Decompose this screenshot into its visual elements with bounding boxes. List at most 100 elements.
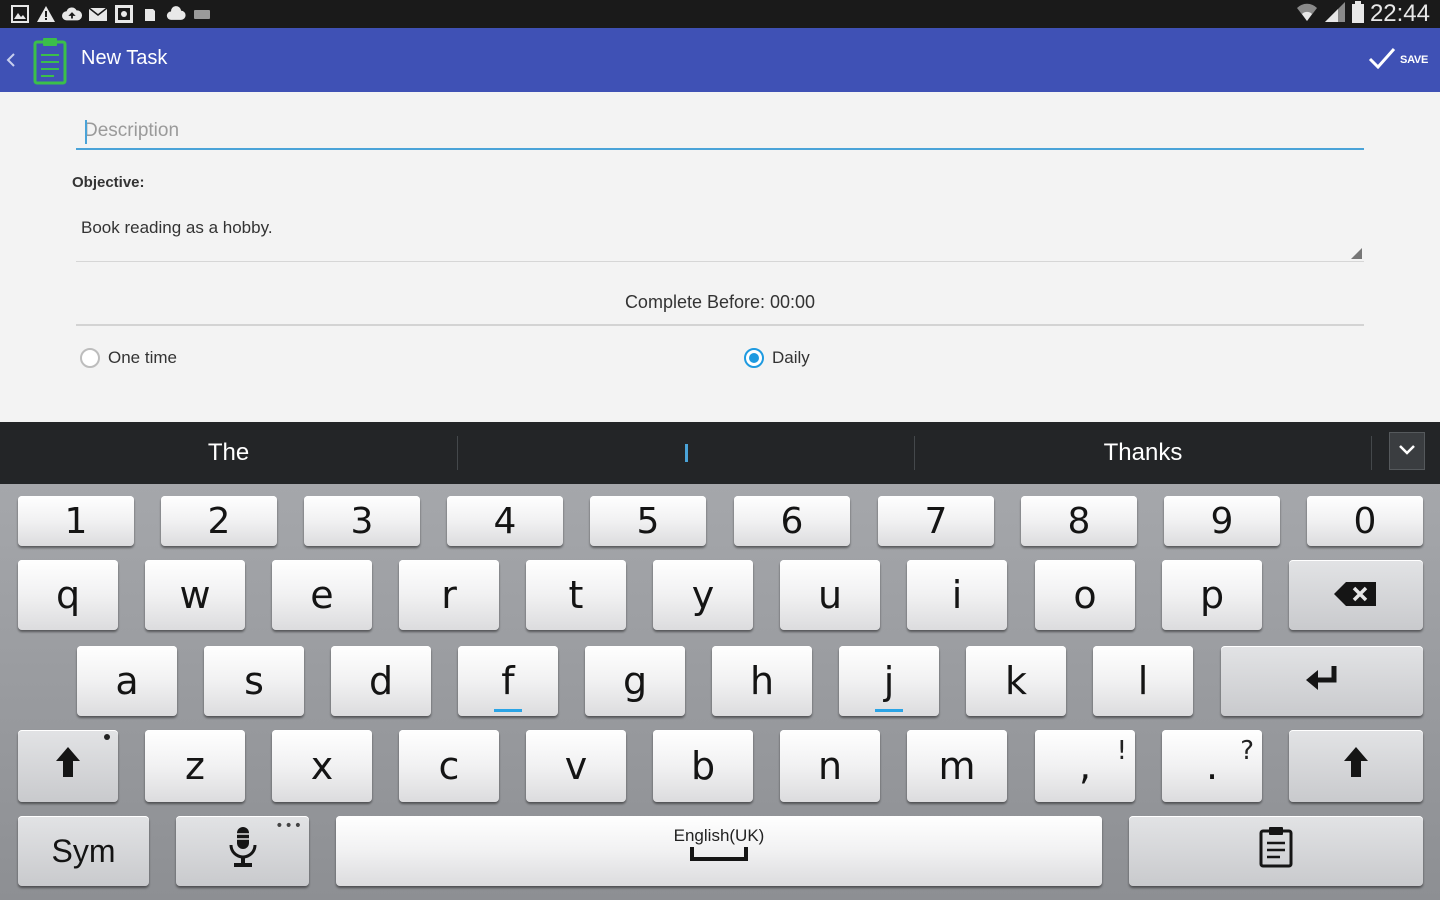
suggestion-right[interactable]: Thanks bbox=[915, 422, 1371, 484]
key-k[interactable]: k bbox=[966, 646, 1066, 716]
enter-key[interactable] bbox=[1221, 646, 1423, 716]
photo-icon bbox=[114, 4, 134, 24]
text-cursor bbox=[85, 120, 87, 144]
warning-icon bbox=[36, 4, 56, 24]
key-y[interactable]: y bbox=[653, 560, 753, 630]
key-6[interactable]: 6 bbox=[734, 496, 850, 546]
key-2[interactable]: 2 bbox=[161, 496, 277, 546]
key-8[interactable]: 8 bbox=[1021, 496, 1137, 546]
shift-icon bbox=[1342, 744, 1370, 788]
suggestion-bar: The Thanks bbox=[0, 422, 1440, 484]
home-key-marker bbox=[494, 709, 522, 712]
resize-grip-icon[interactable] bbox=[1351, 248, 1362, 259]
clock: 22:44 bbox=[1369, 0, 1430, 27]
objective-textarea[interactable]: Book reading as a hobby. bbox=[76, 210, 1364, 262]
radio-unchecked-icon bbox=[80, 348, 100, 368]
cloud-icon bbox=[166, 4, 186, 24]
key-0[interactable]: 0 bbox=[1307, 496, 1423, 546]
divider bbox=[1371, 436, 1372, 470]
mail-icon bbox=[88, 4, 108, 24]
key-u[interactable]: u bbox=[780, 560, 880, 630]
key-comma[interactable]: , ! bbox=[1035, 730, 1135, 802]
key-v[interactable]: v bbox=[526, 730, 626, 802]
key-period-sub: ? bbox=[1240, 736, 1254, 766]
back-chevron-icon[interactable] bbox=[4, 46, 18, 74]
key-c[interactable]: c bbox=[399, 730, 499, 802]
key-b[interactable]: b bbox=[653, 730, 753, 802]
key-h[interactable]: h bbox=[712, 646, 812, 716]
key-e[interactable]: e bbox=[272, 560, 372, 630]
key-m[interactable]: m bbox=[907, 730, 1007, 802]
key-comma-sub: ! bbox=[1116, 736, 1127, 766]
status-right: 22:44 bbox=[1296, 0, 1430, 28]
shift-key-left[interactable] bbox=[18, 730, 118, 802]
complete-before-button[interactable]: Complete Before: 00:00 bbox=[76, 280, 1364, 326]
key-r[interactable]: r bbox=[399, 560, 499, 630]
cursor-marker bbox=[684, 444, 688, 462]
key-j-label: j bbox=[883, 659, 895, 703]
keyboard-icon bbox=[192, 4, 212, 24]
key-z[interactable]: z bbox=[145, 730, 245, 802]
gallery-icon bbox=[10, 4, 30, 24]
wifi-icon bbox=[1296, 1, 1318, 27]
key-comma-label: , bbox=[1078, 744, 1092, 788]
key-q[interactable]: q bbox=[18, 560, 118, 630]
key-f[interactable]: f bbox=[458, 646, 558, 716]
radio-daily-label: Daily bbox=[772, 348, 810, 367]
key-l[interactable]: l bbox=[1093, 646, 1193, 716]
backspace-key[interactable] bbox=[1289, 560, 1423, 630]
sym-key[interactable]: Sym bbox=[18, 816, 149, 886]
key-f-label: f bbox=[501, 659, 515, 703]
objective-text: Book reading as a hobby. bbox=[81, 218, 273, 237]
key-t[interactable]: t bbox=[526, 560, 626, 630]
key-4[interactable]: 4 bbox=[447, 496, 563, 546]
key-x[interactable]: x bbox=[272, 730, 372, 802]
key-g[interactable]: g bbox=[585, 646, 685, 716]
collapse-suggestions-button[interactable] bbox=[1389, 432, 1425, 470]
clipboard-key[interactable] bbox=[1129, 816, 1423, 886]
signal-icon bbox=[1324, 1, 1346, 27]
suggestion-middle[interactable] bbox=[458, 422, 914, 484]
clipboard-logo-icon[interactable] bbox=[30, 36, 70, 86]
key-d[interactable]: d bbox=[331, 646, 431, 716]
key-1[interactable]: 1 bbox=[18, 496, 134, 546]
radio-daily[interactable]: Daily bbox=[744, 348, 810, 368]
app-bar: New Task SAVE bbox=[0, 28, 1440, 92]
radio-checked-icon bbox=[744, 348, 764, 368]
key-p[interactable]: p bbox=[1162, 560, 1262, 630]
key-3[interactable]: 3 bbox=[304, 496, 420, 546]
description-input[interactable] bbox=[76, 114, 1364, 150]
key-s[interactable]: s bbox=[204, 646, 304, 716]
check-icon bbox=[1368, 47, 1396, 73]
key-j[interactable]: j bbox=[839, 646, 939, 716]
key-9[interactable]: 9 bbox=[1164, 496, 1280, 546]
radio-one-time[interactable]: One time bbox=[80, 348, 177, 368]
key-period-label: . bbox=[1205, 744, 1219, 788]
shift-key-right[interactable] bbox=[1289, 730, 1423, 802]
save-button[interactable]: SAVE bbox=[1368, 44, 1428, 76]
clipboard-icon bbox=[1258, 826, 1294, 877]
suggestion-left[interactable]: The bbox=[0, 422, 457, 484]
voice-input-key[interactable]: ••• bbox=[176, 816, 309, 886]
key-i[interactable]: i bbox=[907, 560, 1007, 630]
key-5[interactable]: 5 bbox=[590, 496, 706, 546]
backspace-icon bbox=[1332, 573, 1380, 617]
task-form: Objective: Book reading as a hobby. Comp… bbox=[0, 92, 1440, 422]
key-o[interactable]: o bbox=[1035, 560, 1135, 630]
space-bar-icon bbox=[689, 828, 749, 872]
key-a[interactable]: a bbox=[77, 646, 177, 716]
key-period[interactable]: . ? bbox=[1162, 730, 1262, 802]
radio-one-time-label: One time bbox=[108, 348, 177, 367]
keyboard: 1 2 3 4 5 6 7 8 9 0 q w e r t y u i o p … bbox=[0, 484, 1440, 900]
key-w[interactable]: w bbox=[145, 560, 245, 630]
save-label: SAVE bbox=[1400, 54, 1428, 66]
key-n[interactable]: n bbox=[780, 730, 880, 802]
microphone-icon bbox=[225, 825, 261, 878]
notification-icons bbox=[10, 4, 212, 24]
chevron-down-icon bbox=[1397, 442, 1417, 461]
page-title: New Task bbox=[81, 47, 168, 69]
shift-indicator-icon bbox=[104, 734, 110, 740]
key-7[interactable]: 7 bbox=[878, 496, 994, 546]
space-key[interactable]: English(UK) bbox=[336, 816, 1102, 886]
status-bar: 22:44 bbox=[0, 0, 1440, 28]
